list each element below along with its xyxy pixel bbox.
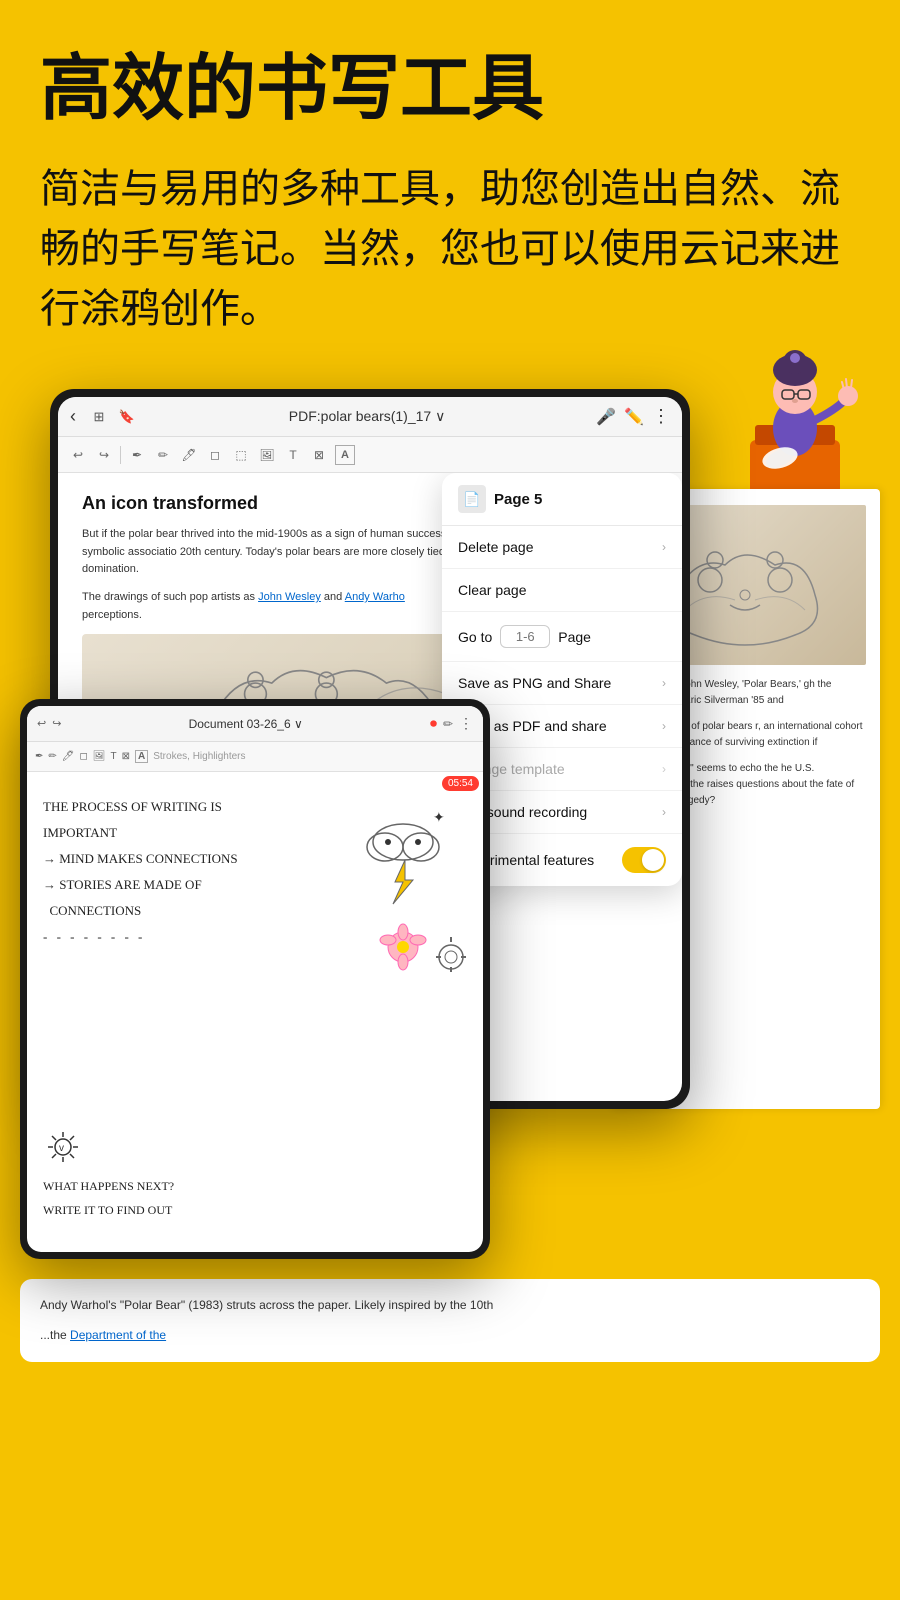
small-tablet-content: 05:54 THE PROCESS OF WRITING IS IMPORTAN… xyxy=(27,772,483,1252)
toolbar-icon-group: ⊞ 🔖 xyxy=(88,406,138,428)
doodle-area: ✦ xyxy=(333,792,473,992)
bookmark-icon[interactable]: 🔖 xyxy=(116,406,138,428)
goto-input[interactable] xyxy=(500,625,550,648)
hw-bottom-2: WRITE IT TO FIND OUT xyxy=(43,1198,174,1222)
goto-row: Go to Page xyxy=(458,625,591,648)
chevron-icon-sound: › xyxy=(662,805,666,819)
small-tablet: ↩ ↪ Document 03-26_6 ∨ ⏺ ✏ ⋮ ✒ ✏ 🖊 ◻ 🖼 T… xyxy=(20,699,490,1259)
hw-bottom-1: WHAT HAPPENS NEXT? xyxy=(43,1174,174,1198)
small-record-icon[interactable]: ⏺ xyxy=(430,715,437,732)
hero-title: 高效的书写工具 xyxy=(40,50,860,129)
bottom-text-content: Andy Warhol's "Polar Bear" (1983) struts… xyxy=(40,1298,493,1312)
eraser-tool[interactable]: ◻ xyxy=(205,445,225,465)
menu-item-save-png[interactable]: Save as PNG and Share › xyxy=(442,662,682,705)
bottom-paragraph: Andy Warhol's "Polar Bear" (1983) struts… xyxy=(40,1295,860,1317)
page-text: Page xyxy=(558,629,591,645)
clear-page-label: Clear page xyxy=(458,582,527,598)
separator xyxy=(120,446,121,464)
delete-page-label: Delete page xyxy=(458,539,534,555)
small-redo[interactable]: ↪ xyxy=(52,717,61,730)
page-icon: 📄 xyxy=(458,485,486,513)
bottom-handwriting: WHAT HAPPENS NEXT? WRITE IT TO FIND OUT xyxy=(43,1174,174,1222)
small-undo[interactable]: ↩ xyxy=(37,717,46,730)
small-highlighter-tool[interactable]: 🖊 xyxy=(62,751,75,762)
handwriting-area: THE PROCESS OF WRITING IS IMPORTANT → MI… xyxy=(43,794,467,950)
small-more-icon[interactable]: ⋮ xyxy=(459,715,473,732)
experimental-toggle[interactable] xyxy=(622,847,666,873)
toolbar-right-icons: 🎤 ✏️ ⋮ xyxy=(596,406,670,427)
dept-text: ...the Department of the xyxy=(40,1325,860,1347)
chevron-icon-pdf: › xyxy=(662,719,666,733)
grid-icon[interactable]: ⊞ xyxy=(88,406,110,428)
dept-link[interactable]: Department of the xyxy=(70,1328,166,1342)
menu-item-goto[interactable]: Go to Page xyxy=(442,612,682,662)
svg-text:✦: ✦ xyxy=(433,809,445,825)
back-button[interactable]: ‹ xyxy=(70,406,76,427)
strokes-label: Strokes, Highlighters xyxy=(153,751,245,762)
small-crop-tool[interactable]: ⊠ xyxy=(122,751,130,762)
svg-text:v: v xyxy=(59,1143,64,1154)
goto-label: Go to xyxy=(458,629,492,645)
highlighter-tool[interactable]: 🖊 xyxy=(179,445,199,465)
small-textbox-tool[interactable]: T xyxy=(111,751,117,762)
link-john-wesley[interactable]: John Wesley xyxy=(258,591,321,603)
chevron-icon-template: › xyxy=(662,762,666,776)
small-pen-tool[interactable]: ✒ xyxy=(35,751,43,762)
small-eraser-tool[interactable]: ◻ xyxy=(79,751,87,762)
toggle-knob xyxy=(642,849,664,871)
font-tool[interactable]: A xyxy=(335,445,355,465)
hero-description: 简洁与易用的多种工具，助您创造出自然、流畅的手写笔记。当然，您也可以使用云记来进… xyxy=(40,159,840,339)
microphone-icon[interactable]: 🎤 xyxy=(596,407,616,427)
menu-header: 📄 Page 5 xyxy=(442,473,682,526)
small-document-title[interactable]: Document 03-26_6 ∨ xyxy=(67,717,424,731)
drawing-toolbar: ↩ ↪ ✒ ✏ 🖊 ◻ ⬚ 🖼 T ⊠ A xyxy=(58,437,682,473)
pencil-tool[interactable]: ✏ xyxy=(153,445,173,465)
small-tablet-toolbar: ↩ ↪ Document 03-26_6 ∨ ⏺ ✏ ⋮ xyxy=(27,706,483,742)
menu-item-delete-page[interactable]: Delete page › xyxy=(442,526,682,569)
mockup-section: mber mood. John Wesley, 'Polar Bears,' g… xyxy=(20,389,880,1259)
sun-doodle: v xyxy=(43,1127,83,1172)
pen-tool[interactable]: ✒ xyxy=(127,445,147,465)
chevron-icon-png: › xyxy=(662,676,666,690)
select-tool[interactable]: ⬚ xyxy=(231,445,251,465)
pen-icon[interactable]: ✏️ xyxy=(624,407,644,427)
main-tablet-toolbar: ‹ ⊞ 🔖 PDF:polar bears(1)_17 ∨ 🎤 ✏️ ⋮ xyxy=(58,397,682,437)
small-pencil-tool[interactable]: ✏ xyxy=(48,751,56,762)
hero-section: 高效的书写工具 简洁与易用的多种工具，助您创造出自然、流畅的手写笔记。当然，您也… xyxy=(0,0,900,359)
image-tool[interactable]: 🖼 xyxy=(257,445,277,465)
timer-badge: 05:54 xyxy=(442,776,479,791)
small-image-tool[interactable]: 🖼 xyxy=(93,751,106,762)
small-font-tool[interactable]: A xyxy=(135,750,148,763)
small-drawing-toolbar: ✒ ✏ 🖊 ◻ 🖼 T ⊠ A Strokes, Highlighters xyxy=(27,742,483,772)
undo-button[interactable]: ↩ xyxy=(68,445,88,465)
small-pen-icon[interactable]: ✏ xyxy=(443,717,453,731)
page-label: Page 5 xyxy=(494,491,542,508)
menu-item-clear-page[interactable]: Clear page xyxy=(442,569,682,612)
link-andy-warhol[interactable]: Andy Warho xyxy=(345,591,405,603)
redo-button[interactable]: ↪ xyxy=(94,445,114,465)
save-png-label: Save as PNG and Share xyxy=(458,675,611,691)
text-box-tool[interactable]: T xyxy=(283,445,303,465)
chevron-icon: › xyxy=(662,540,666,554)
crop-tool[interactable]: ⊠ xyxy=(309,445,329,465)
document-title[interactable]: PDF:polar bears(1)_17 ∨ xyxy=(146,408,588,425)
more-options-icon[interactable]: ⋮ xyxy=(652,406,670,427)
bottom-text-section: Andy Warhol's "Polar Bear" (1983) struts… xyxy=(20,1279,880,1362)
